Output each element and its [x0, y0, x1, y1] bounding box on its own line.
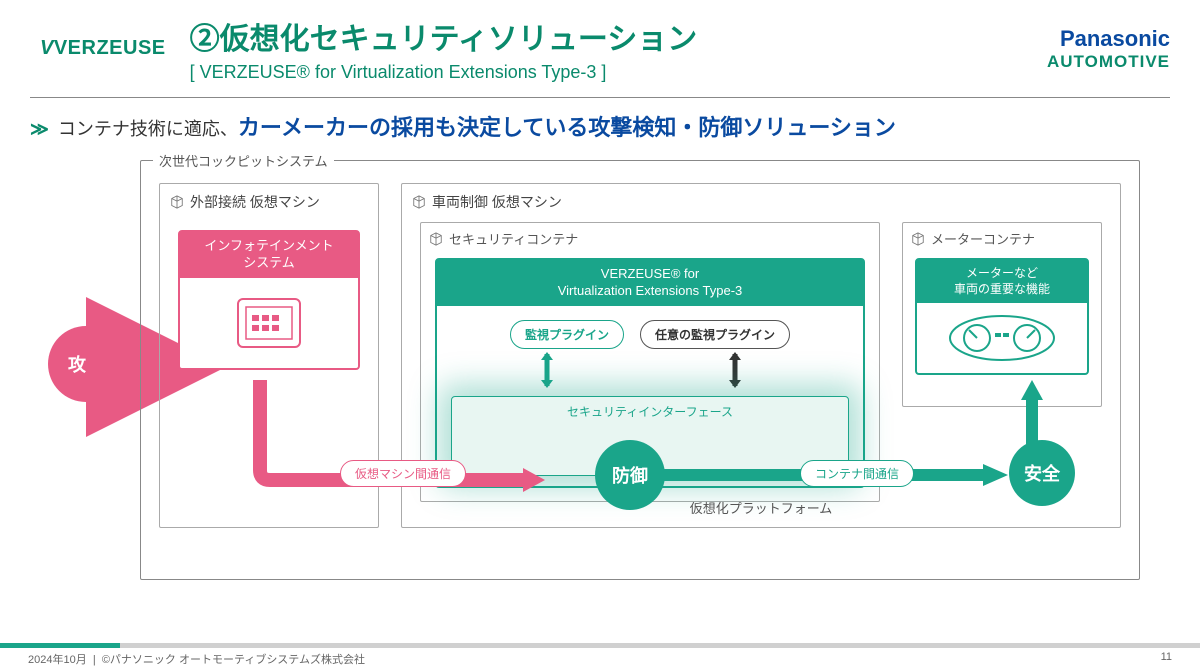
meter-head: メーターなど 車両の重要な機能 — [917, 260, 1087, 303]
meter-title-text: メーターコンテナ — [931, 229, 1035, 248]
footer: 2024年10月 | ©パナソニック オートモーティブシステムズ株式会社 11 — [0, 643, 1200, 671]
lead-pre: コンテナ技術に適応、 — [58, 119, 238, 139]
attack-label: 攻撃 — [68, 351, 104, 377]
page-title: ②仮想化セキュリティソリューション — [190, 14, 1047, 58]
footer-left: 2024年10月 | ©パナソニック オートモーティブシステムズ株式会社 — [28, 651, 365, 667]
cube-icon — [429, 232, 443, 246]
logo-text: VERZEUSE — [54, 37, 166, 59]
container-communication-pill: コンテナ間通信 — [800, 460, 914, 487]
gauge-icon — [917, 303, 1087, 373]
nextgen-cockpit-box: 次世代コックピットシステム 外部接続 仮想マシン インフォテインメント システム… — [140, 160, 1140, 580]
meter-function-box: メーターなど 車両の重要な機能 — [915, 258, 1089, 375]
brand-bottom: AUTOMOTIVE — [1047, 52, 1170, 72]
page-number: 11 — [1161, 651, 1172, 667]
custom-monitoring-plugin: 任意の監視プラグイン — [640, 320, 790, 349]
nextgen-legend: 次世代コックピットシステム — [153, 151, 334, 170]
infotainment-head: インフォテインメント システム — [180, 232, 358, 278]
security-container-title: セキュリティコンテナ — [421, 223, 879, 254]
defense-node: 防御 — [595, 440, 665, 510]
footer-date: 2024年10月 — [28, 654, 87, 666]
vehicle-vm-title: 車両制御 仮想マシン — [402, 184, 1120, 220]
monitoring-plugin: 監視プラグイン — [510, 320, 624, 349]
divider — [30, 97, 1170, 98]
external-vm-title: 外部接続 仮想マシン — [160, 184, 378, 220]
vm-ctrl-title-text: 車両制御 仮想マシン — [432, 192, 562, 212]
safe-label: 安全 — [1024, 460, 1060, 486]
sif-label: セキュリティインターフェース — [567, 405, 733, 419]
verzeuse-logo: VVERZEUSE — [40, 37, 166, 60]
vm-ext-title-text: 外部接続 仮想マシン — [190, 192, 320, 212]
meter-container-title: メーターコンテナ — [903, 223, 1101, 254]
verzeuse-head: VERZEUSE® for Virtualization Extensions … — [437, 260, 863, 306]
bidir-arrow-black — [725, 350, 745, 390]
attack-node: 攻撃 — [48, 326, 124, 402]
tablet-icon — [180, 278, 358, 368]
infotainment-box: インフォテインメント システム — [178, 230, 360, 370]
sec-container-title-text: セキュリティコンテナ — [449, 229, 578, 248]
cube-icon — [911, 232, 925, 246]
vm-communication-pill: 仮想マシン間通信 — [340, 460, 466, 487]
lead-emphasis: カーメーカーの採用も決定している攻撃検知・防御ソリューション — [238, 115, 896, 140]
brand-top: Panasonic — [1047, 26, 1170, 52]
virtualization-platform-label: 仮想化プラットフォーム — [420, 498, 1102, 517]
cube-icon — [412, 195, 426, 209]
meter-container-box: メーターコンテナ メーターなど 車両の重要な機能 — [902, 222, 1102, 407]
arrow-to-meter — [1020, 380, 1044, 450]
defense-label: 防御 — [612, 462, 648, 488]
page-subtitle: [ VERZEUSE® for Virtualization Extension… — [190, 62, 1047, 83]
footer-copyright: ©パナソニック オートモーティブシステムズ株式会社 — [102, 654, 365, 666]
panasonic-logo: Panasonic AUTOMOTIVE — [1047, 26, 1170, 72]
lead-text: ≫ コンテナ技術に適応、カーメーカーの採用も決定している攻撃検知・防御ソリューシ… — [30, 110, 1170, 142]
cube-icon — [170, 195, 184, 209]
architecture-diagram: 攻撃 次世代コックピットシステム 外部接続 仮想マシン インフォテインメント シ… — [60, 160, 1140, 600]
chevron-icon: ≫ — [30, 119, 49, 139]
